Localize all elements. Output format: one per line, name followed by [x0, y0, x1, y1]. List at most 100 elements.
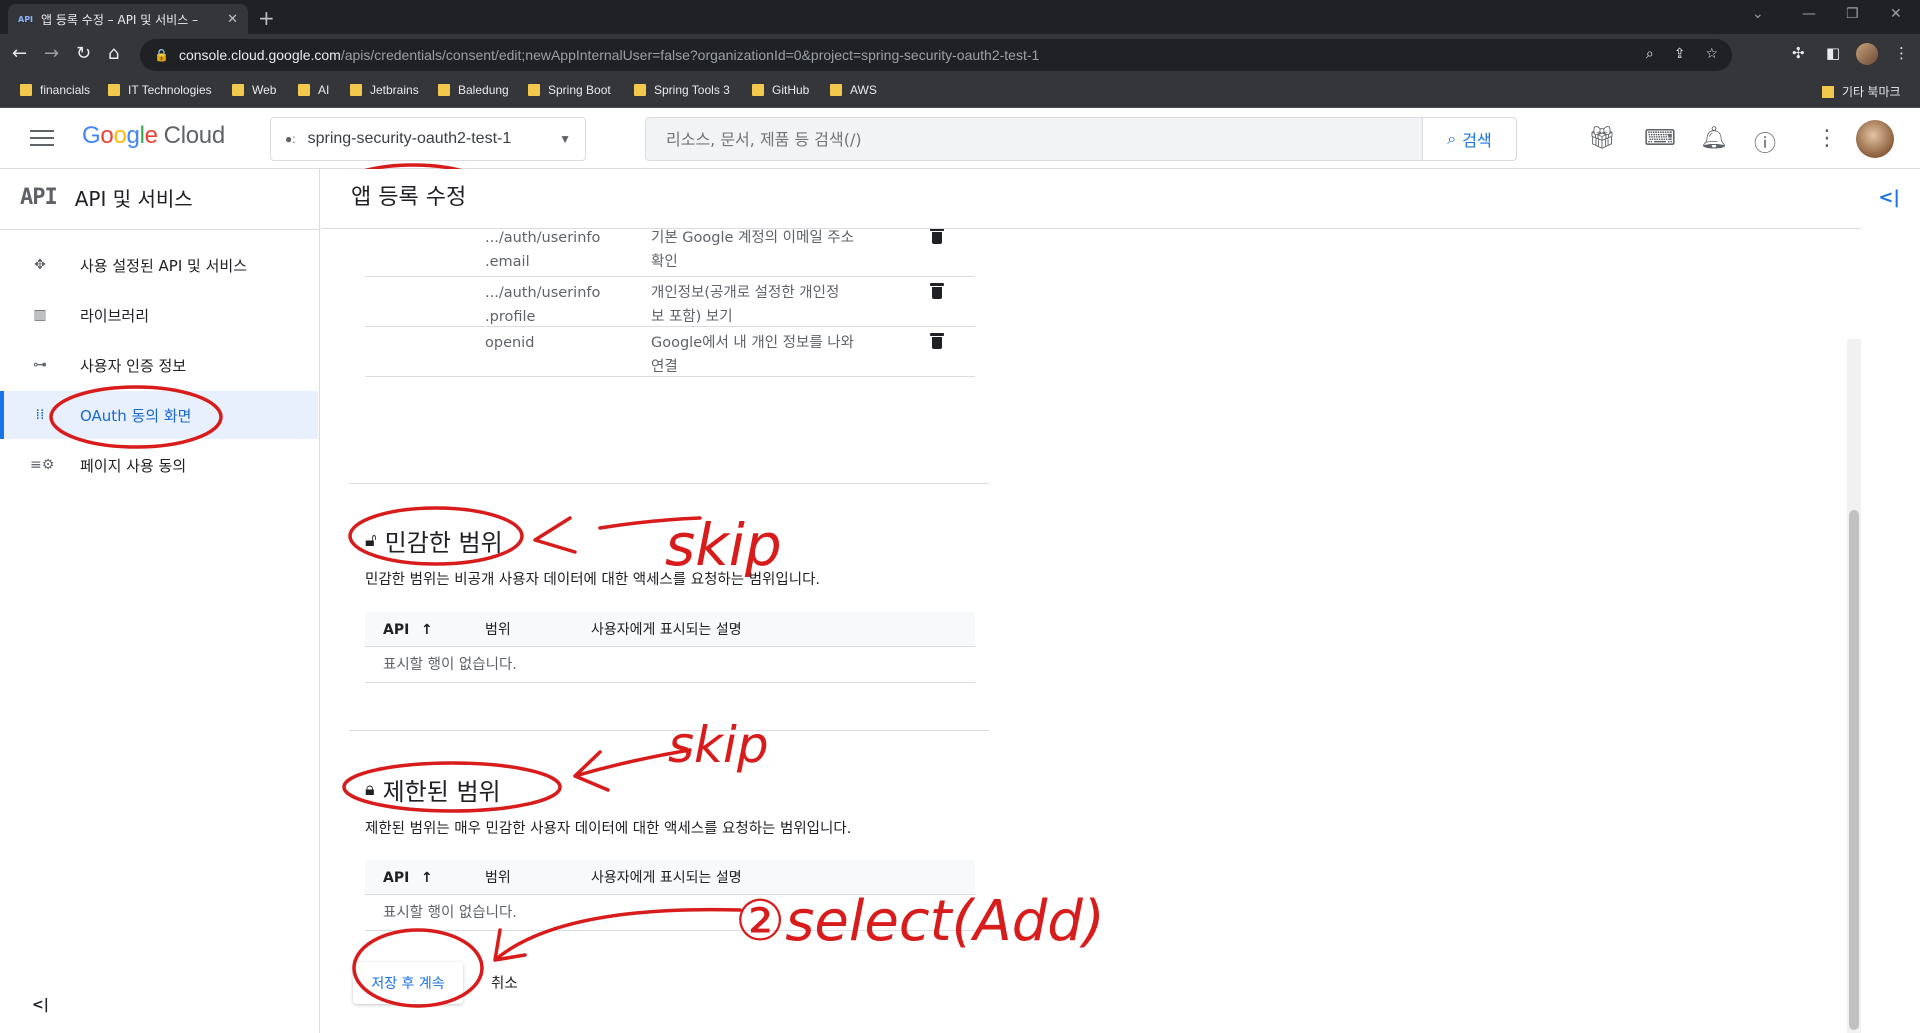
- project-icon: ●:: [285, 132, 296, 146]
- table-row: .../auth/userinfo .email 기본 Google 계정의 이…: [365, 226, 975, 277]
- account-avatar[interactable]: [1856, 120, 1894, 158]
- sidebar-item-credentials[interactable]: ⊶ 사용자 인증 정보: [0, 341, 318, 389]
- folder-icon: [634, 84, 646, 96]
- lock-icon: 🔒: [154, 48, 169, 62]
- folder-icon: [350, 84, 362, 96]
- new-tab-icon[interactable]: +: [258, 6, 275, 30]
- sort-up-icon[interactable]: ↑: [421, 618, 433, 642]
- browser-tab[interactable]: API 앱 등록 수정 – API 및 서비스 – ✕: [8, 4, 248, 34]
- notifications-icon[interactable]: 🔔︎: [1700, 126, 1728, 151]
- delete-icon[interactable]: [930, 283, 944, 299]
- folder-icon: [108, 84, 120, 96]
- search-button[interactable]: ⌕ 검색: [1422, 118, 1516, 160]
- bookmark-folder[interactable]: GitHub: [752, 83, 809, 97]
- bookmark-folder[interactable]: financials: [20, 83, 90, 97]
- library-icon: ▥: [33, 307, 47, 323]
- bookmark-folder[interactable]: IT Technologies: [108, 83, 212, 97]
- sidebar-item-library[interactable]: ▥ 라이브러리: [0, 291, 318, 339]
- key-icon: ⊶: [33, 357, 47, 373]
- extensions-icon[interactable]: ✣: [1792, 44, 1805, 62]
- collapse-sidebar-icon[interactable]: <|: [32, 997, 49, 1013]
- project-selector[interactable]: ●: spring-security-oauth2-test-1 ▼: [270, 117, 586, 161]
- lock-open-icon: 🔓︎: [365, 530, 377, 551]
- bookmark-folder[interactable]: Jetbrains: [350, 83, 419, 97]
- back-icon[interactable]: ←: [12, 43, 27, 64]
- folder-icon: [1822, 85, 1834, 98]
- sidebar-item-oauth-consent[interactable]: ⁞⁞ OAuth 동의 화면: [0, 391, 318, 439]
- caret-down-icon: ▼: [559, 132, 571, 146]
- close-window-icon[interactable]: ✕: [1890, 6, 1902, 22]
- folder-icon: [438, 84, 450, 96]
- bookmark-folder[interactable]: Spring Tools 3: [634, 83, 730, 97]
- profile-avatar[interactable]: [1856, 43, 1878, 65]
- bookmark-star-icon[interactable]: ☆: [1705, 46, 1718, 62]
- delete-icon[interactable]: [930, 333, 944, 349]
- folder-icon: [20, 84, 32, 96]
- table-row: 표시할 행이 없습니다.: [365, 647, 975, 683]
- sidebar-item-enabled-apis[interactable]: ✥ 사용 설정된 API 및 서비스: [0, 241, 318, 289]
- bookmark-folder[interactable]: Spring Boot: [528, 83, 611, 97]
- google-cloud-logo[interactable]: Google Cloud: [82, 122, 225, 150]
- forward-icon[interactable]: →: [44, 43, 59, 64]
- divider: [349, 483, 989, 484]
- bookmark-folder[interactable]: Web: [232, 83, 276, 97]
- apis-icon: ✥: [34, 257, 46, 273]
- api-favicon-icon: API: [18, 14, 34, 24]
- help-icon[interactable]: ⓘ: [1754, 126, 1776, 158]
- page-title: 앱 등록 수정: [351, 179, 467, 211]
- browser-tab-strip: API 앱 등록 수정 – API 및 서비스 – ✕ + ⌄ — ❐ ✕: [0, 0, 1920, 34]
- side-panel-icon[interactable]: ◧: [1826, 44, 1840, 62]
- table-row: openid Google에서 내 개인 정보를 나와 연결: [365, 327, 975, 377]
- cloud-shell-icon[interactable]: ⌨: [1644, 126, 1676, 151]
- bookmarks-bar: financials IT Technologies Web AI Jetbra…: [0, 76, 1920, 108]
- bookmark-folder[interactable]: Baledung: [438, 83, 509, 97]
- project-name: spring-security-oauth2-test-1: [307, 130, 512, 147]
- scrollbar-thumb[interactable]: [1849, 510, 1859, 1030]
- share-icon[interactable]: ⇪: [1674, 46, 1686, 62]
- cancel-button[interactable]: 취소: [491, 972, 518, 993]
- tab-search-chevron-icon[interactable]: ⌄: [1752, 6, 1764, 22]
- main-menu-icon[interactable]: [30, 130, 54, 151]
- other-bookmarks[interactable]: 기타 북마크: [1822, 83, 1901, 100]
- folder-icon: [298, 84, 310, 96]
- table-row: 표시할 행이 없습니다.: [365, 895, 975, 931]
- lock-icon: 🔒︎: [365, 779, 375, 800]
- api-icon: API: [20, 185, 58, 210]
- save-and-continue-button[interactable]: 저장 후 계속: [353, 962, 463, 1004]
- sort-up-icon[interactable]: ↑: [421, 866, 433, 890]
- bookmark-folder[interactable]: AWS: [830, 83, 877, 97]
- sidebar: API API 및 서비스 ✥ 사용 설정된 API 및 서비스 ▥ 라이브러리 ⊶…: [0, 169, 320, 1033]
- folder-icon: [752, 84, 764, 96]
- expand-panel-icon[interactable]: <|: [1878, 187, 1900, 208]
- browser-toolbar: ← → ↻ ⌂ 🔒 console.cloud.google.com/apis/…: [0, 34, 1920, 76]
- main-content: 앱 등록 수정 <| API ↑ 범위 사용자에게 표시되는 설명 .../au…: [321, 169, 1920, 1033]
- bookmark-folder[interactable]: AI: [298, 83, 329, 97]
- close-tab-icon[interactable]: ✕: [227, 12, 238, 27]
- restore-icon[interactable]: ❐: [1846, 6, 1859, 22]
- more-options-icon[interactable]: ⋮: [1816, 126, 1838, 151]
- delete-icon[interactable]: [930, 228, 944, 244]
- restricted-scopes-title: 🔒︎ 제한된 범위: [365, 778, 501, 806]
- table-header: API ↑ 범위 사용자에게 표시되는 설명: [365, 860, 975, 895]
- folder-icon: [830, 84, 842, 96]
- table-header: API ↑ 범위 사용자에게 표시되는 설명: [365, 612, 975, 647]
- sensitive-scopes-title: 🔓︎ 민감한 범위: [365, 529, 503, 557]
- minimize-icon[interactable]: —: [1802, 6, 1816, 22]
- url-host: console.cloud.google.com: [178, 47, 341, 63]
- gift-icon[interactable]: 🎁︎: [1588, 126, 1616, 151]
- tab-title: 앱 등록 수정 – API 및 서비스 –: [41, 12, 199, 27]
- folder-icon: [232, 84, 244, 96]
- search-icon: ⌕: [1447, 129, 1457, 148]
- table-row: .../auth/userinfo .profile 개인정보(공개로 설정한 …: [365, 277, 975, 327]
- sensitive-scopes-desc: 민감한 범위는 비공개 사용자 데이터에 대한 액세스를 요청하는 범위입니다.: [365, 572, 821, 588]
- reload-icon[interactable]: ↻: [76, 43, 91, 64]
- restricted-scopes-desc: 제한된 범위는 매우 민감한 사용자 데이터에 대한 액세스를 요청하는 범위입…: [365, 821, 852, 837]
- search-input[interactable]: [646, 118, 1422, 160]
- zoom-icon[interactable]: ⌕: [1646, 46, 1654, 62]
- home-icon[interactable]: ⌂: [108, 43, 119, 64]
- divider: [0, 229, 320, 230]
- sidebar-item-page-usage[interactable]: ≡⚙ 페이지 사용 동의: [0, 441, 318, 489]
- console-header: Google Cloud ●: spring-security-oauth2-te…: [0, 108, 1920, 169]
- address-bar[interactable]: 🔒 console.cloud.google.com/apis/credenti…: [140, 39, 1732, 71]
- browser-menu-icon[interactable]: ⋮: [1894, 44, 1909, 62]
